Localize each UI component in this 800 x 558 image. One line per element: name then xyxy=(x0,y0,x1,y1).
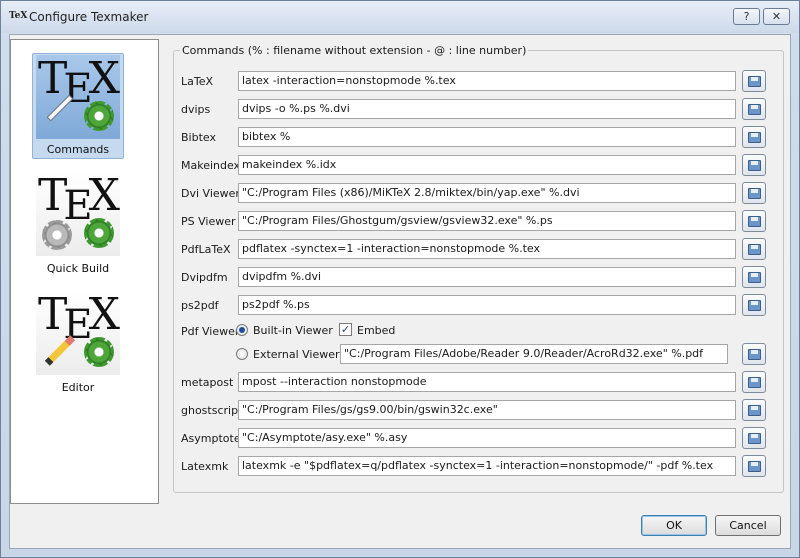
latexmk-label: Latexmk xyxy=(181,460,229,473)
editor-icon: TEX xyxy=(36,291,120,375)
sidebar-item-label: Commands xyxy=(46,143,110,156)
bibtex-label: Bibtex xyxy=(181,131,216,144)
ps2pdf-command-input[interactable]: ps2pdf %.ps xyxy=(238,295,736,315)
dialog-window: TeX Configure Texmaker ? ✕ TEX Commands … xyxy=(0,0,800,558)
makeindex-browse-button[interactable] xyxy=(742,154,766,176)
ps2pdf-label: ps2pdf xyxy=(181,299,219,312)
latexmk-browse-button[interactable] xyxy=(742,455,766,477)
makeindex-label: Makeindex xyxy=(181,159,241,172)
asymptote-command-input[interactable]: "C:/Asymptote/asy.exe" %.asy xyxy=(238,428,736,448)
browse-icon xyxy=(748,433,761,444)
sidebar-item-commands[interactable]: TEX Commands xyxy=(32,53,124,159)
sidebar-item-label: Editor xyxy=(61,381,95,394)
gear-icon xyxy=(84,337,114,367)
ps2pdf-browse-button[interactable] xyxy=(742,294,766,316)
makeindex-command-input[interactable]: makeindex %.idx xyxy=(238,155,736,175)
latex-label: LaTeX xyxy=(181,75,214,88)
external-viewer-radio[interactable] xyxy=(236,348,248,360)
ok-button[interactable]: OK xyxy=(641,515,707,536)
ps-viewer-browse-button[interactable] xyxy=(742,210,766,232)
texmaker-app-icon: TeX xyxy=(9,11,28,21)
browse-icon xyxy=(748,300,761,311)
external-viewer-label: External Viewer xyxy=(253,348,340,361)
ps-viewer-command-input[interactable]: "C:/Program Files/Ghostgum/gsview/gsview… xyxy=(238,211,736,231)
grey-gear-icon xyxy=(42,220,72,250)
asymptote-label: Asymptote xyxy=(181,432,241,445)
close-button[interactable]: ✕ xyxy=(763,8,790,25)
browse-icon xyxy=(748,104,761,115)
browse-icon xyxy=(748,216,761,227)
metapost-browse-button[interactable] xyxy=(742,371,766,393)
external-viewer-command-input[interactable]: "C:/Program Files/Adobe/Reader 9.0/Reade… xyxy=(340,344,728,364)
help-button[interactable]: ? xyxy=(733,8,760,25)
dvipdfm-label: Dvipdfm xyxy=(181,271,228,284)
metapost-command-input[interactable]: mpost --interaction nonstopmode xyxy=(238,372,736,392)
browse-icon xyxy=(748,272,761,283)
browse-icon xyxy=(748,76,761,87)
pdflatex-command-input[interactable]: pdflatex -synctex=1 -interaction=nonstop… xyxy=(238,239,736,259)
builtin-viewer-label: Built-in Viewer xyxy=(253,324,333,337)
dvips-label: dvips xyxy=(181,103,211,116)
pdflatex-browse-button[interactable] xyxy=(742,238,766,260)
browse-icon xyxy=(748,461,761,472)
ghostscript-browse-button[interactable] xyxy=(742,399,766,421)
sidebar-item-editor[interactable]: TEX Editor xyxy=(32,290,124,396)
browse-icon xyxy=(748,377,761,388)
ps-viewer-label: PS Viewer xyxy=(181,215,236,228)
category-sidebar: TEX Commands TEX Quick Build TEX Editor xyxy=(10,39,159,504)
dialog-content: TEX Commands TEX Quick Build TEX Editor … xyxy=(9,34,791,549)
browse-icon xyxy=(748,160,761,171)
gear-icon xyxy=(84,218,114,248)
cancel-button[interactable]: Cancel xyxy=(715,515,781,536)
browse-icon xyxy=(748,244,761,255)
ghostscript-command-input[interactable]: "C:/Program Files/gs/gs9.00/bin/gswin32c… xyxy=(238,400,736,420)
metapost-label: metapost xyxy=(181,376,234,389)
sidebar-item-label: Quick Build xyxy=(46,262,110,275)
bibtex-command-input[interactable]: bibtex % xyxy=(238,127,736,147)
browse-icon xyxy=(748,349,761,360)
gear-icon xyxy=(84,101,114,131)
latex-command-input[interactable]: latex -interaction=nonstopmode %.tex xyxy=(238,71,736,91)
dvipdfm-browse-button[interactable] xyxy=(742,266,766,288)
title-bar: TeX Configure Texmaker ? ✕ xyxy=(1,1,799,33)
pdflatex-label: PdfLaTeX xyxy=(181,243,231,256)
builtin-viewer-radio[interactable] xyxy=(236,324,248,336)
dvi-viewer-command-input[interactable]: "C:/Program Files (x86)/MiKTeX 2.8/mikte… xyxy=(238,183,736,203)
embed-label: Embed xyxy=(357,324,396,337)
dvi-viewer-label: Dvi Viewer xyxy=(181,187,240,200)
quick-build-icon: TEX xyxy=(36,172,120,256)
latexmk-command-input[interactable]: latexmk -e "$pdflatex=q/pdflatex -syncte… xyxy=(238,456,736,476)
latex-browse-button[interactable] xyxy=(742,70,766,92)
dvi-viewer-browse-button[interactable] xyxy=(742,182,766,204)
asymptote-browse-button[interactable] xyxy=(742,427,766,449)
sidebar-item-quick-build[interactable]: TEX Quick Build xyxy=(32,171,124,277)
dvips-browse-button[interactable] xyxy=(742,98,766,120)
window-title: Configure Texmaker xyxy=(29,10,149,24)
dvipdfm-command-input[interactable]: dvipdfm %.dvi xyxy=(238,267,736,287)
browse-icon xyxy=(748,132,761,143)
external-viewer-browse-button[interactable] xyxy=(742,343,766,365)
dvips-command-input[interactable]: dvips -o %.ps %.dvi xyxy=(238,99,736,119)
commands-icon: TEX xyxy=(36,55,120,139)
pdf-viewer-label: Pdf Viewer xyxy=(181,325,240,338)
ghostscript-label: ghostscript xyxy=(181,404,243,417)
commands-group-title: Commands (% : filename without extension… xyxy=(180,44,529,57)
bibtex-browse-button[interactable] xyxy=(742,126,766,148)
embed-checkbox[interactable]: ✓ xyxy=(339,323,352,336)
browse-icon xyxy=(748,188,761,199)
browse-icon xyxy=(748,405,761,416)
